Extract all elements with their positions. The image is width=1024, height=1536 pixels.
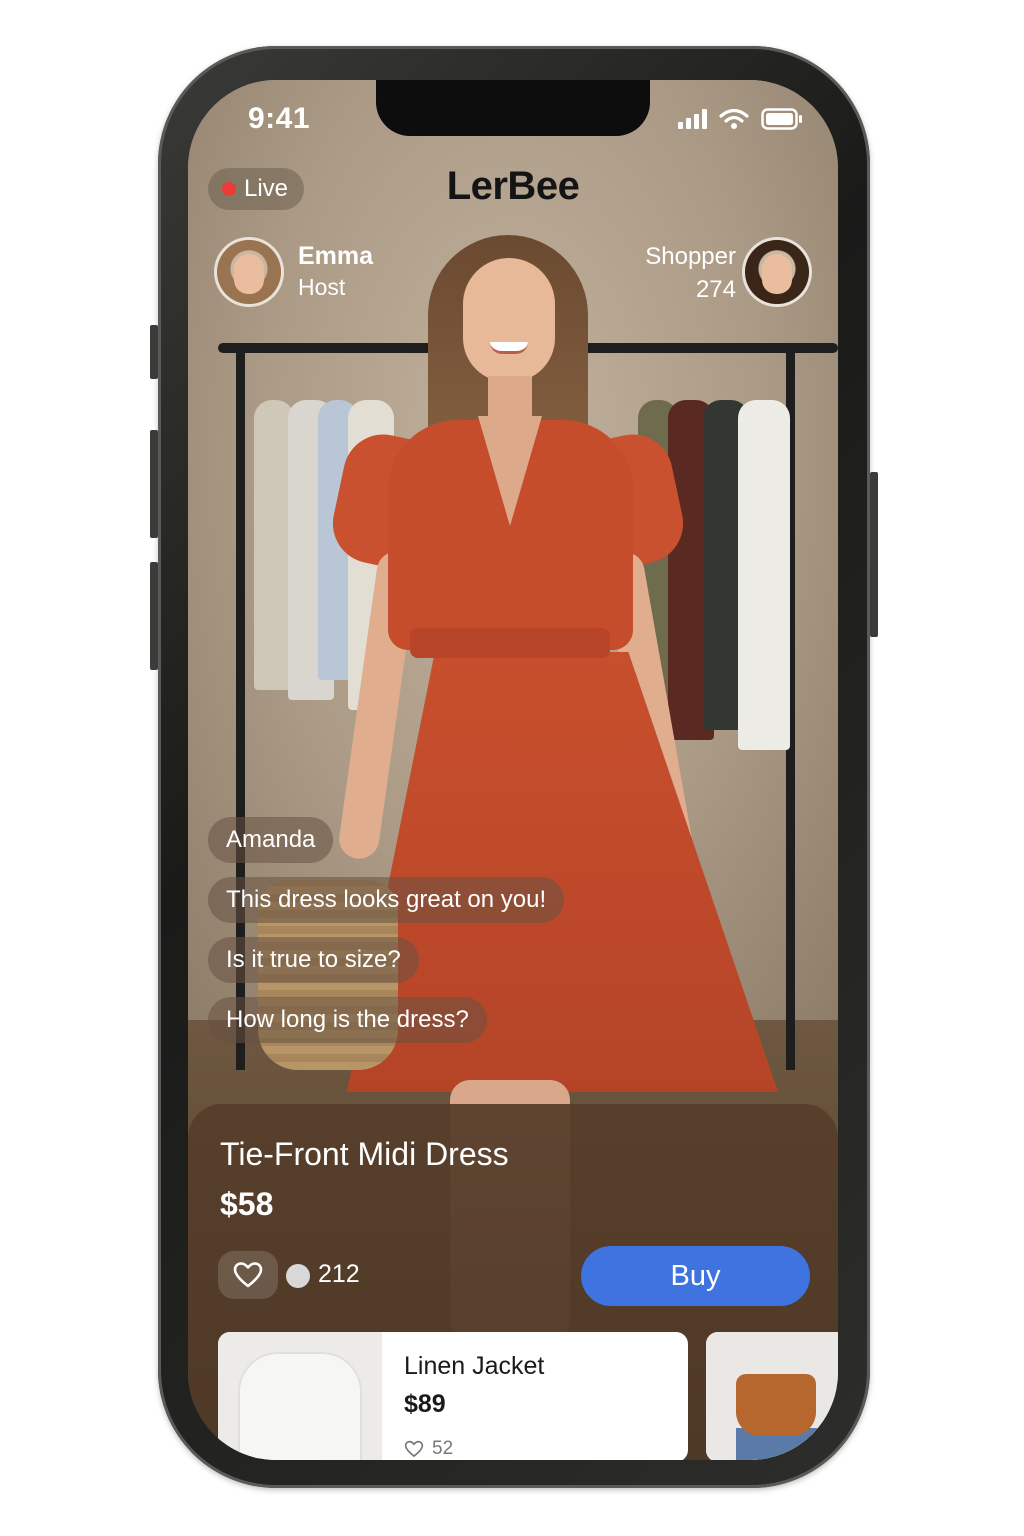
- status-time: 9:41: [248, 102, 311, 135]
- host-role: Host: [298, 274, 346, 300]
- chat-list: Amanda This dress looks great on you! Is…: [208, 817, 565, 1043]
- chat-message: This dress looks great on you!: [208, 877, 565, 923]
- signal-icon: [678, 109, 707, 129]
- dress-neckline: [478, 416, 542, 526]
- product-card-likes: 52: [404, 1438, 453, 1460]
- host-face: [463, 258, 555, 382]
- product-card-price: $89: [404, 1390, 446, 1418]
- host-smile: [490, 342, 528, 354]
- live-stream-screen: 9:41 Live LerBee Emma Host Shopper 274 A…: [188, 80, 838, 1460]
- product-card-like-count: 52: [432, 1438, 454, 1459]
- shopper-label: Shopper: [645, 243, 736, 270]
- shopper-avatar[interactable]: [742, 237, 812, 307]
- notch: [376, 80, 650, 136]
- like-button[interactable]: [218, 1251, 278, 1299]
- product-card-image: [706, 1332, 838, 1460]
- volume-down-button: [150, 562, 158, 670]
- volume-up-button: [150, 430, 158, 538]
- app-brand: LerBee: [446, 164, 580, 208]
- buy-button[interactable]: Buy: [581, 1246, 810, 1306]
- product-price: $58: [220, 1186, 274, 1222]
- heart-icon: [404, 1440, 424, 1458]
- silent-switch: [150, 325, 158, 379]
- power-button: [870, 472, 878, 637]
- comment-icon: [286, 1264, 310, 1288]
- jacket-image: [238, 1352, 362, 1460]
- product-card[interactable]: [706, 1332, 838, 1460]
- status-icons: [678, 108, 803, 130]
- host-avatar[interactable]: [214, 237, 284, 307]
- product-card-image: [218, 1332, 382, 1460]
- chat-message: How long is the dress?: [208, 997, 487, 1043]
- wifi-icon: [719, 108, 749, 129]
- host-name: Emma: [298, 242, 374, 270]
- dress-tie-belt: [410, 628, 610, 658]
- host-avatar-face: [234, 254, 264, 294]
- heart-icon: [233, 1262, 263, 1288]
- chat-message: Is it true to size?: [208, 937, 419, 983]
- battery-icon: [761, 108, 802, 130]
- crossbody-bag-image: [736, 1374, 816, 1436]
- comment-count: 212: [318, 1260, 360, 1288]
- product-title: Tie-Front Midi Dress: [220, 1136, 509, 1172]
- garment: [738, 400, 790, 750]
- shopper-avatar-face: [762, 254, 792, 294]
- shopper-count: 274: [695, 276, 736, 303]
- product-card[interactable]: Linen Jacket $89 52: [218, 1332, 688, 1460]
- chat-message: Amanda: [208, 817, 334, 863]
- product-card-name: Linen Jacket: [404, 1352, 545, 1380]
